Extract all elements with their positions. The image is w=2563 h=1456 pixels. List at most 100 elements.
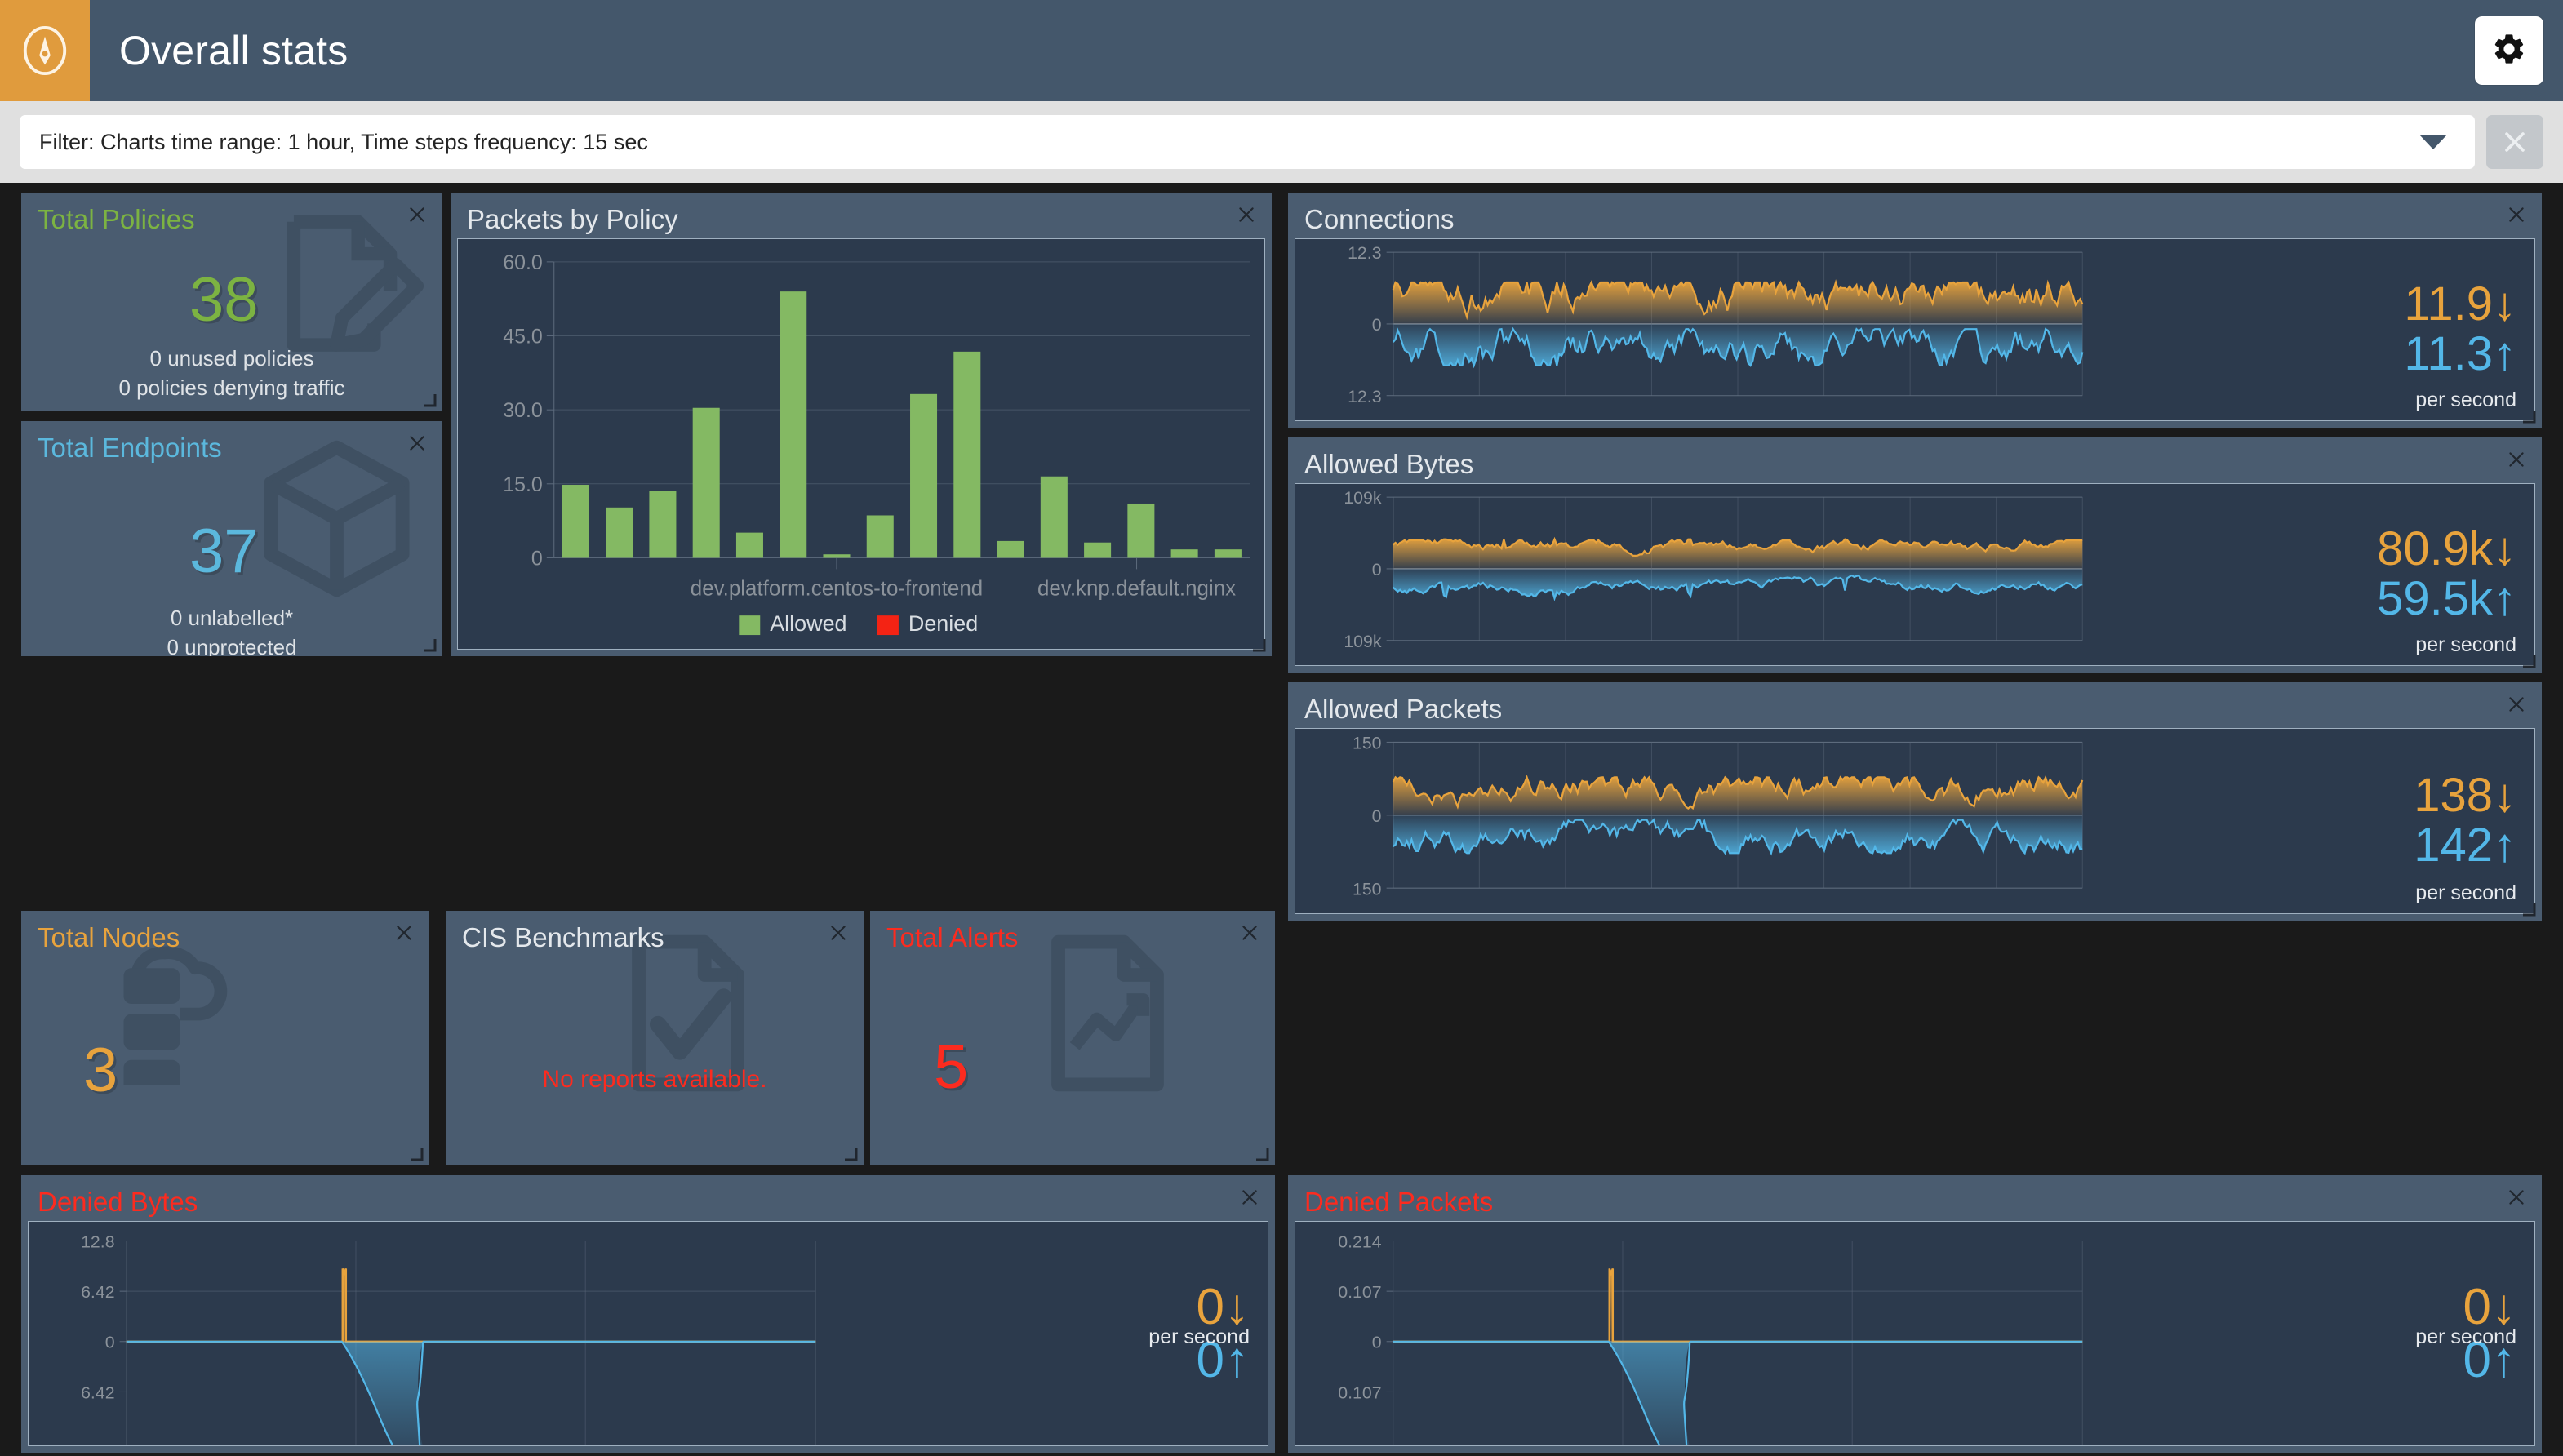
- resize-handle[interactable]: [1253, 1145, 1269, 1161]
- stat-sub-1: 0 unlabelled*: [170, 606, 294, 630]
- resize-handle[interactable]: [842, 1145, 858, 1161]
- svg-text:6.42: 6.42: [81, 1384, 114, 1403]
- unit-label: per second: [2415, 881, 2516, 904]
- card-denied-bytes[interactable]: Denied Bytes 12.8 6.42 0 6.42 0↓ 0↑ per sec…: [21, 1175, 1275, 1453]
- filter-select[interactable]: Filter: Charts time range: 1 hour, Time …: [20, 115, 2475, 169]
- svg-text:12.3: 12.3: [1348, 243, 1381, 263]
- connections-metrics: 11.9↓ 11.3↑ per second: [2290, 239, 2534, 420]
- arrow-down-icon: ↓: [2493, 277, 2516, 331]
- metric-chart-panel: 12.3 0 12.3 11.9↓ 11.3↑ per second: [1295, 238, 2535, 421]
- close-button[interactable]: [390, 919, 418, 947]
- svg-text:60.0: 60.0: [503, 251, 543, 274]
- card-cis-benchmarks[interactable]: CIS Benchmarks No reports available.: [446, 911, 864, 1165]
- svg-text:dev.platform.centos-to-fronten: dev.platform.centos-to-frontend: [691, 577, 983, 600]
- svg-text:0: 0: [1372, 560, 1382, 579]
- resize-handle[interactable]: [1250, 636, 1266, 652]
- card-total-policies[interactable]: Total Policies 38 0 unused policies 0 po…: [21, 193, 442, 411]
- card-total-endpoints[interactable]: Total Endpoints 37 0 unlabelled* 0 unpro…: [21, 421, 442, 656]
- svg-text:0.107: 0.107: [1338, 1384, 1381, 1403]
- denied-packets-spike-chart: 0.214 0.107 0 0.107: [1295, 1222, 2290, 1445]
- close-button[interactable]: [403, 201, 431, 229]
- arrow-up-icon: ↑: [2493, 572, 2516, 625]
- close-button[interactable]: [2503, 690, 2530, 718]
- svg-text:0.107: 0.107: [1338, 1283, 1381, 1302]
- close-button[interactable]: [1233, 201, 1260, 229]
- denied-chart-panel: 0.214 0.107 0 0.107 0↓ 0↑ per second: [1295, 1221, 2535, 1446]
- arrow-down-icon: ↓: [2493, 769, 2516, 823]
- svg-text:0: 0: [105, 1334, 115, 1352]
- up-metric: 59.5k↑: [2377, 572, 2516, 625]
- card-allowed-bytes[interactable]: Allowed Bytes 109k 0 109k 80.9k↓ 59.5k↑ pe…: [1288, 437, 2542, 673]
- stat-body: No reports available.: [446, 934, 864, 1165]
- card-allowed-packets[interactable]: Allowed Packets 150 0 150 138↓ 142↑ per se…: [1288, 682, 2542, 921]
- cis-no-reports-message: No reports available.: [542, 1066, 767, 1093]
- card-total-nodes[interactable]: Total Nodes 3: [21, 911, 429, 1165]
- up-metric: 142↑: [2414, 819, 2516, 872]
- card-connections[interactable]: Connections 12.3 0 12.3 11.9↓ 11.3↑ per se…: [1288, 193, 2542, 428]
- svg-text:109k: 109k: [1344, 488, 1382, 508]
- resize-handle[interactable]: [420, 636, 437, 652]
- denied-bytes-metrics: 0↓ 0↑ per second: [1023, 1222, 1268, 1445]
- arrow-down-icon: ↓: [2493, 522, 2516, 576]
- resize-handle[interactable]: [2520, 407, 2536, 424]
- page-title: Overall stats: [119, 28, 349, 73]
- card-total-alerts[interactable]: Total Alerts 5: [870, 911, 1275, 1165]
- app-logo: [0, 0, 90, 101]
- card-title: Allowed Packets: [1304, 694, 1503, 724]
- card-title: Total Alerts: [886, 922, 1019, 952]
- filter-value: Filter: Charts time range: 1 hour, Time …: [39, 129, 648, 154]
- card-packets-by-policy[interactable]: Packets by Policy 0 15.0 30.0 45.0 60.0 dev.p…: [451, 193, 1272, 656]
- svg-text:30.0: 30.0: [503, 399, 543, 422]
- card-title: Total Policies: [38, 204, 195, 234]
- stat-value: 5: [934, 1032, 969, 1102]
- allowed-bytes-sparkline: 109k 0 109k: [1295, 484, 2290, 665]
- resize-handle[interactable]: [2520, 900, 2536, 917]
- unit-label: per second: [2415, 633, 2516, 656]
- filter-clear-button[interactable]: [2486, 115, 2543, 169]
- close-button[interactable]: [2503, 201, 2530, 229]
- svg-text:0: 0: [1372, 315, 1382, 335]
- close-button[interactable]: [1236, 919, 1264, 947]
- svg-text:6.42: 6.42: [81, 1283, 114, 1302]
- close-button[interactable]: [403, 429, 431, 457]
- svg-text:dev.knp.default.nginx: dev.knp.default.nginx: [1037, 577, 1236, 600]
- down-metric: 138↓: [2414, 769, 2516, 823]
- dashboard-grid: Total Policies 38 0 unused policies 0 po…: [0, 183, 2563, 1456]
- close-icon: [2501, 128, 2529, 156]
- stat-sub-1: 0 unused policies: [149, 346, 314, 371]
- unit-label: per second: [2415, 388, 2516, 411]
- stat-value: 38: [189, 265, 259, 335]
- close-button[interactable]: [2503, 1183, 2530, 1211]
- chevron-down-icon[interactable]: [2419, 135, 2447, 149]
- settings-button[interactable]: [2475, 16, 2543, 85]
- resize-handle[interactable]: [420, 391, 437, 407]
- svg-text:0: 0: [1372, 806, 1382, 826]
- svg-text:12.8: 12.8: [81, 1233, 114, 1252]
- resize-handle[interactable]: [2520, 652, 2536, 668]
- resize-handle[interactable]: [407, 1145, 424, 1161]
- denied-chart-panel: 12.8 6.42 0 6.42 0↓ 0↑ per second: [28, 1221, 1268, 1446]
- unit-label: per second: [1148, 1325, 1250, 1348]
- stat-body: 3: [21, 946, 429, 1165]
- arrow-up-icon: ↑: [2493, 327, 2516, 380]
- stat-body: 5: [870, 934, 1275, 1165]
- filter-bar: Filter: Charts time range: 1 hour, Time …: [0, 101, 2563, 183]
- card-title: Denied Bytes: [38, 1187, 198, 1217]
- close-button[interactable]: [824, 919, 852, 947]
- allowed-packets-sparkline: 150 0 150: [1295, 729, 2290, 913]
- denied-packets-metrics: 0↓ 0↑ per second: [2290, 1222, 2534, 1445]
- allowed-packets-metrics: 138↓ 142↑ per second: [2290, 729, 2534, 913]
- card-denied-packets[interactable]: Denied Packets 0.214 0.107 0 0.107 0↓ 0↑ pe…: [1288, 1175, 2542, 1453]
- svg-text:Denied: Denied: [908, 611, 978, 636]
- stat-body: 38 0 unused policies 0 policies denying …: [21, 215, 442, 411]
- close-button[interactable]: [2503, 446, 2530, 473]
- close-button[interactable]: [1236, 1183, 1264, 1211]
- svg-text:15.0: 15.0: [503, 473, 543, 496]
- metric-chart-panel: 150 0 150 138↓ 142↑ per second: [1295, 728, 2535, 914]
- card-title: Allowed Bytes: [1304, 449, 1474, 479]
- denied-bytes-spike-chart: 12.8 6.42 0 6.42: [29, 1222, 1023, 1445]
- card-title: Total Endpoints: [38, 433, 222, 463]
- card-title: Total Nodes: [38, 922, 180, 952]
- svg-text:150: 150: [1353, 879, 1382, 899]
- card-title: Packets by Policy: [467, 204, 678, 234]
